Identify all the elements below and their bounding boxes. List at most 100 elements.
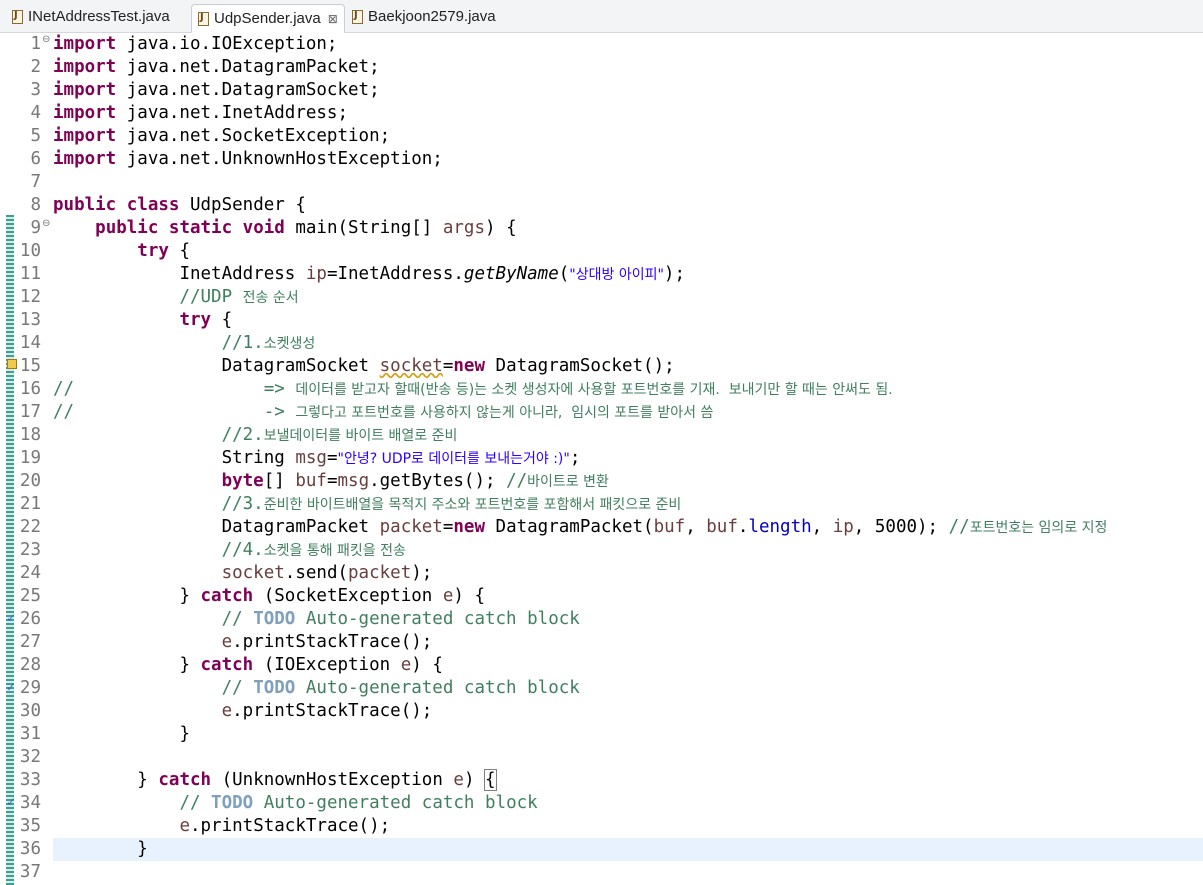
line-number: 23 [19, 540, 41, 560]
todo-tag: TODO [211, 793, 254, 813]
java-file-icon [352, 9, 363, 24]
code-line: 22 DatagramPacket packet=new DatagramPac… [0, 516, 1203, 539]
code-text: [] [263, 471, 296, 491]
line-number: 11 [19, 264, 41, 284]
line-number: 37 [19, 862, 41, 882]
comment: //4. [221, 540, 264, 560]
code-text: .printStackTrace(); [232, 632, 433, 652]
code-text: (IOException [253, 655, 401, 675]
variable: buf [706, 517, 738, 537]
code-text: ); [411, 563, 433, 583]
code-line: 6 import java.net.UnknownHostException; [0, 148, 1203, 171]
code-text: java.io.IOException; [116, 34, 338, 54]
tab-baekjoon2579[interactable]: Baekjoon2579.java [352, 4, 496, 29]
tab-udpsender[interactable]: UdpSender.java ⊠ [191, 4, 345, 33]
string-literal: "상대방 아이피" [569, 267, 664, 283]
code-text: ) { [485, 218, 517, 238]
code-text: ) { [453, 586, 486, 606]
keyword: try [179, 310, 212, 330]
code-text: .printStackTrace(); [189, 816, 391, 836]
code-line: 7 [0, 171, 1203, 194]
line-number: 4 [30, 103, 41, 123]
code-text: ; [569, 448, 581, 468]
variable: ip [832, 517, 854, 537]
code-text: String [221, 448, 296, 468]
line-number: 25 [19, 586, 41, 606]
code-text: DatagramSocket [221, 356, 380, 376]
code-text: , [811, 517, 833, 537]
tab-label: UdpSender.java [214, 10, 321, 27]
code-line: 23 //4.소켓을 통해 패킷을 전송 [0, 539, 1203, 562]
code-line: 3 import java.net.DatagramSocket; [0, 79, 1203, 102]
tab-label: Baekjoon2579.java [368, 8, 496, 25]
code-line: ✓ 34 // TODO Auto-generated catch block [0, 792, 1203, 815]
keyword: catch [200, 655, 254, 675]
code-line: 18 //2.보낼데이터를 바이트 배열로 준비 [0, 424, 1203, 447]
variable: packet [379, 517, 443, 537]
code-text: ); [663, 264, 685, 284]
code-text: . [737, 517, 749, 537]
parameter: e [221, 701, 233, 721]
code-text: = [326, 471, 338, 491]
current-code-line: 36 } [0, 838, 1203, 861]
code-line: 27 e.printStackTrace(); [0, 631, 1203, 654]
line-number: 12 [19, 287, 41, 307]
close-tab-icon[interactable]: ⊠ [328, 12, 338, 26]
line-number: 7 [30, 172, 41, 192]
code-text: =InetAddress. [326, 264, 464, 284]
code-text: , [685, 517, 707, 537]
parameter: e [453, 770, 464, 790]
code-text: DatagramSocket(); [485, 356, 675, 376]
code-line: ✓ 26 // TODO Auto-generated catch block [0, 608, 1203, 631]
comment: Auto-generated catch block [253, 793, 538, 813]
code-text: InetAddress [179, 264, 306, 284]
code-line: 8 public class UdpSender { [0, 194, 1203, 217]
keyword: import [53, 34, 117, 54]
variable: socket [221, 563, 285, 583]
code-text: = [442, 356, 454, 376]
comment: //2. [221, 425, 264, 445]
code-line: 25 } catch (SocketException e) { [0, 585, 1203, 608]
variable: packet [348, 563, 412, 583]
line-number: 21 [19, 494, 41, 514]
code-text: ) [463, 770, 486, 790]
code-editor[interactable]: 1 ⊖ import java.io.IOException; 2 import ja… [0, 33, 1203, 885]
code-line: 2 import java.net.DatagramPacket; [0, 56, 1203, 79]
code-text: java.net.DatagramSocket; [116, 80, 380, 100]
fold-icon[interactable]: ⊖ [42, 34, 50, 45]
code-text: .getBytes(); [369, 471, 507, 491]
variable: buf [295, 471, 327, 491]
tab-inetaddresstest[interactable]: INetAddressTest.java [12, 4, 170, 29]
variable: ip [305, 264, 327, 284]
keyword: catch [158, 770, 212, 790]
line-number: 26 [19, 609, 41, 629]
code-text: { [211, 310, 233, 330]
string-literal: "안녕? UDP로 데이터를 보내는거야 :)" [337, 451, 570, 467]
comment: 포트번호는 임의로 지정 [969, 520, 1108, 536]
code-line: ✓ 29 // TODO Auto-generated catch block [0, 677, 1203, 700]
parameter: e [179, 816, 190, 836]
code-line: 19 String msg="안녕? UDP로 데이터를 보내는거야 :)"; [0, 447, 1203, 470]
comment: 전송 순서 [242, 290, 299, 306]
code-line: 31 } [0, 723, 1203, 746]
variable: buf [653, 517, 686, 537]
code-text: , 5000); [853, 517, 949, 537]
code-line: 13 try { [0, 309, 1203, 332]
line-number: 36 [19, 839, 41, 859]
editor-tab-bar: INetAddressTest.java UdpSender.java ⊠ Ba… [0, 0, 1203, 33]
comment: //3. [221, 494, 264, 514]
line-number: 16 [19, 379, 41, 399]
parameter: e [400, 655, 412, 675]
code-text: java.net.UnknownHostException; [116, 149, 443, 169]
fold-icon[interactable]: ⊖ [42, 218, 50, 229]
line-number: 14 [19, 333, 41, 353]
comment: 바이트로 변환 [527, 474, 609, 490]
line-number: 9 [30, 218, 41, 238]
field: length [748, 517, 812, 537]
code-text: } [179, 655, 201, 675]
line-number: 22 [19, 517, 41, 537]
line-number: 17 [19, 402, 41, 422]
comment: Auto-generated catch block [295, 609, 580, 629]
code-line: 35 e.printStackTrace(); [0, 815, 1203, 838]
todo-tag: TODO [253, 609, 296, 629]
